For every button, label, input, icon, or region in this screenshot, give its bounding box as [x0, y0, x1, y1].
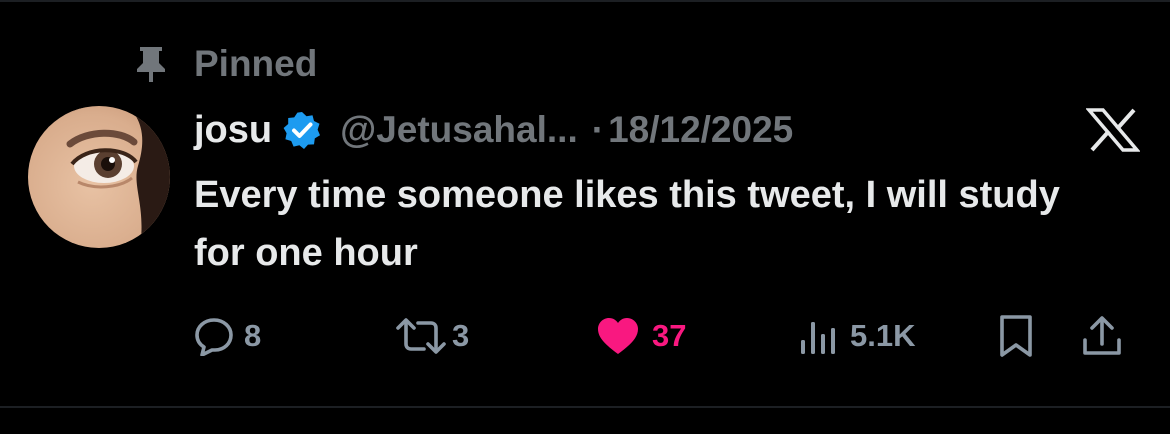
like-count: 37: [652, 318, 687, 353]
avatar[interactable]: [28, 106, 170, 248]
bookmark-button[interactable]: [996, 306, 1036, 366]
reply-icon: [195, 318, 233, 356]
bookmark-icon: [1000, 315, 1032, 357]
views-count: 5.1K: [850, 318, 916, 353]
pinned-indicator: Pinned: [134, 44, 317, 84]
views-chart-icon: [801, 322, 835, 354]
avatar-image: [28, 106, 170, 248]
tweet-date[interactable]: 18/12/2025: [608, 109, 793, 151]
views-button[interactable]: 5.1K: [798, 306, 915, 366]
share-button[interactable]: [1080, 306, 1124, 366]
reply-count: 8: [244, 318, 262, 353]
display-name[interactable]: josu: [194, 104, 272, 156]
bottom-divider: [0, 406, 1170, 408]
x-logo-icon: [1086, 108, 1140, 152]
pin-icon: [137, 47, 165, 82]
tweet-text: Every time someone likes this tweet, I w…: [194, 174, 1060, 274]
meta-separator: ·: [591, 109, 605, 150]
tweet-header: josu @Jetusahal... · 18/12/2025: [194, 104, 793, 156]
top-divider: [0, 0, 1170, 2]
pinned-label: Pinned: [194, 43, 318, 84]
author-handle[interactable]: @Jetusahal...: [340, 109, 578, 151]
verified-badge-icon[interactable]: [282, 110, 322, 150]
like-button[interactable]: 37: [596, 306, 686, 366]
retweet-count: 3: [452, 318, 470, 353]
reply-button[interactable]: 8: [194, 306, 261, 366]
share-icon: [1083, 316, 1121, 355]
heart-icon: [598, 318, 638, 354]
retweet-icon: [396, 318, 446, 354]
retweet-button[interactable]: 3: [394, 306, 469, 366]
